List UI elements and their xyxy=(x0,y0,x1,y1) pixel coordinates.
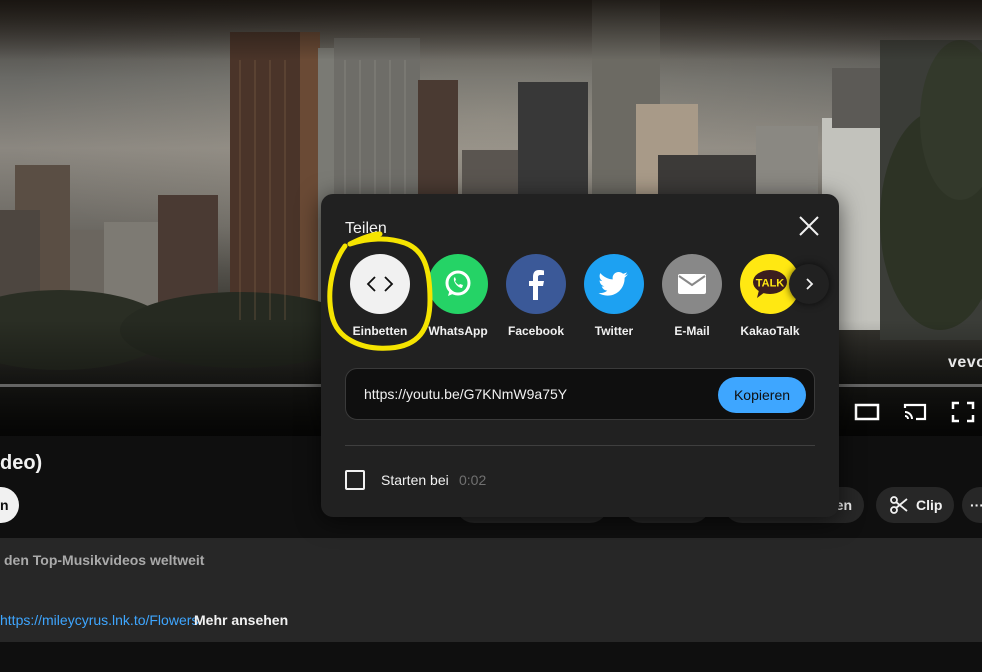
start-at-checkbox[interactable] xyxy=(345,470,365,490)
clip-button[interactable]: Clip xyxy=(876,487,954,523)
video-title: deo) xyxy=(0,452,43,474)
kakao-badge-text: TALK xyxy=(756,278,785,290)
theater-mode-button[interactable] xyxy=(854,400,880,424)
start-at-label: Starten bei xyxy=(381,472,449,488)
dialog-title: Teilen xyxy=(345,220,387,237)
chevron-right-icon xyxy=(806,278,814,290)
more-actions-label: ··· xyxy=(970,497,982,513)
facebook-icon xyxy=(506,254,566,314)
whatsapp-icon xyxy=(428,254,488,314)
share-embed-label: Einbetten xyxy=(352,324,408,338)
share-kakaotalk-label: KakaoTalk xyxy=(740,324,800,338)
share-facebook[interactable]: Facebook xyxy=(496,254,576,338)
clip-label: Clip xyxy=(916,497,943,513)
embed-code-icon xyxy=(350,254,410,314)
cast-button[interactable] xyxy=(902,400,928,424)
vevo-watermark: vevo xyxy=(948,354,982,371)
dialog-divider xyxy=(345,445,815,446)
description-line: den Top-Musikvideos weltweit xyxy=(4,552,205,568)
share-facebook-label: Facebook xyxy=(507,324,564,338)
share-embed[interactable]: Einbetten xyxy=(340,254,420,338)
screen: vevo deo) n en Clip ·· den Top-Musikvide… xyxy=(0,0,982,672)
start-at-time-input[interactable]: 0:02 xyxy=(459,472,486,488)
show-more-button[interactable]: Mehr ansehen xyxy=(194,612,288,628)
scissors-icon xyxy=(890,496,908,514)
fullscreen-button[interactable] xyxy=(950,400,976,424)
email-envelope-icon xyxy=(662,254,722,314)
share-twitter-label: Twitter xyxy=(594,324,634,338)
share-url-box: https://youtu.be/G7KNmW9a75Y Kopieren xyxy=(345,368,815,420)
share-url-input[interactable]: https://youtu.be/G7KNmW9a75Y xyxy=(364,386,567,402)
description-link[interactable]: https://mileycyrus.lnk.to/Flowers xyxy=(0,612,198,628)
subscribe-label: n xyxy=(0,497,9,513)
fullscreen-icon xyxy=(951,401,975,423)
copy-button[interactable]: Kopieren xyxy=(718,377,806,413)
share-email-label: E-Mail xyxy=(674,324,710,338)
share-whatsapp[interactable]: WhatsApp xyxy=(418,254,498,338)
next-share-targets-button[interactable] xyxy=(789,264,829,304)
share-twitter[interactable]: Twitter xyxy=(574,254,654,338)
cast-icon xyxy=(903,403,927,421)
share-whatsapp-label: WhatsApp xyxy=(428,324,488,338)
twitter-bird-icon xyxy=(584,254,644,314)
video-top-shade xyxy=(0,0,982,60)
share-email[interactable]: E-Mail xyxy=(652,254,732,338)
theater-mode-icon xyxy=(854,403,880,421)
share-dialog: Teilen Einbetten WhatsApp Facebook Twitt… xyxy=(321,194,839,517)
close-button[interactable] xyxy=(793,210,825,242)
close-icon xyxy=(799,216,819,236)
